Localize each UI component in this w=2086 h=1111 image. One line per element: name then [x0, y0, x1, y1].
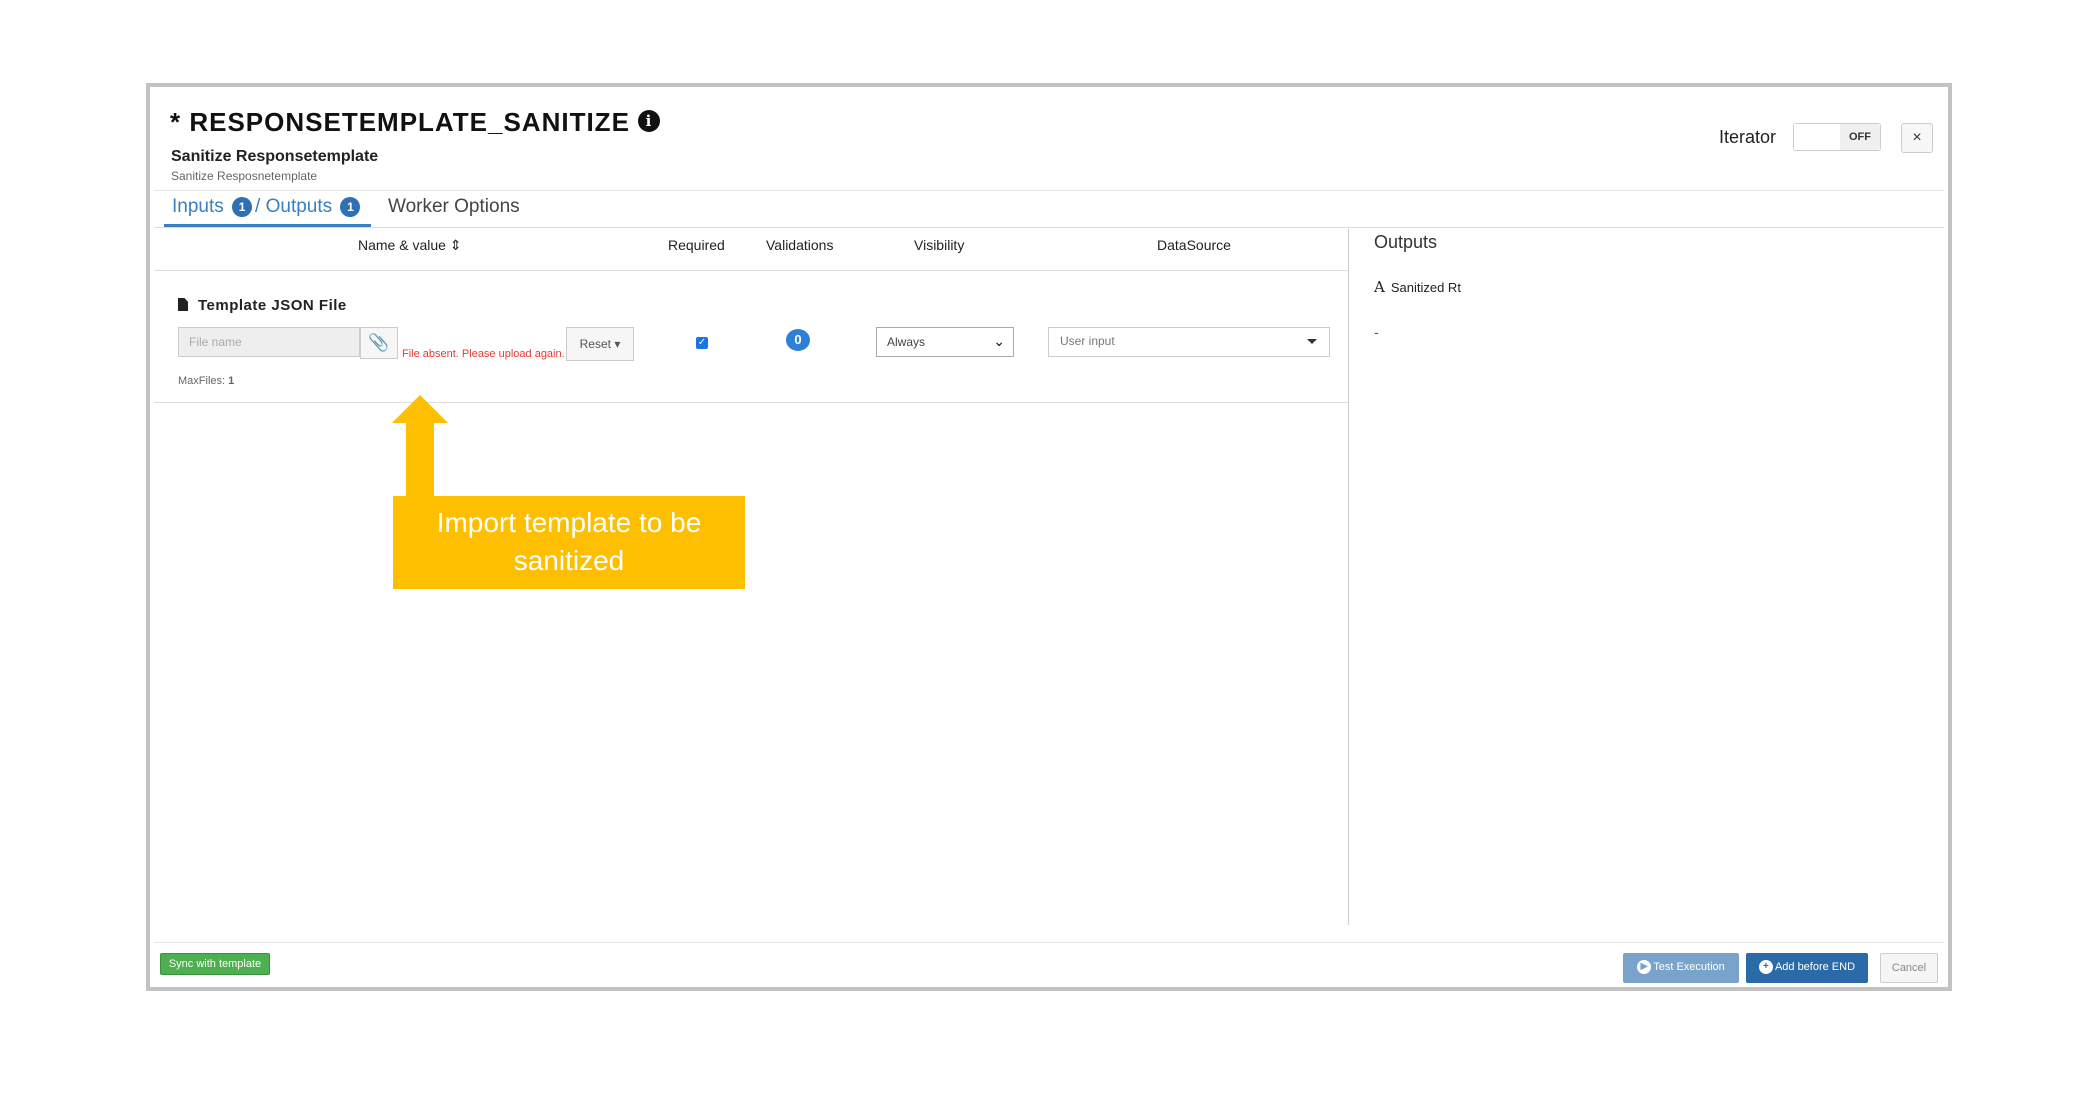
reset-label: Reset	[579, 337, 611, 351]
arrow-up-icon	[392, 395, 448, 423]
column-header-required: Required	[668, 237, 725, 253]
sort-icon: ⇕	[449, 237, 462, 253]
output-item-label: Sanitized Rt	[1390, 280, 1461, 295]
input-field-title-text: Template JSON File	[198, 297, 347, 314]
row-divider	[154, 402, 1348, 403]
max-files-label: MaxFiles:	[178, 375, 226, 387]
header-divider	[154, 270, 1348, 271]
arrow-shaft	[406, 420, 434, 500]
validations-count-badge[interactable]: 0	[786, 329, 810, 351]
max-files-value: 1	[228, 375, 235, 387]
close-button[interactable]: ×	[1901, 123, 1933, 153]
add-before-end-label: Add before END	[1774, 961, 1856, 973]
text-type-icon: A	[1374, 278, 1385, 296]
dialog-subtitle: Sanitize Responsetemplate	[171, 148, 379, 165]
plus-icon: +	[1758, 960, 1773, 975]
iterator-label: Iterator	[1719, 127, 1777, 147]
file-icon	[178, 298, 188, 311]
column-header-datasource: DataSource	[1157, 237, 1231, 253]
visibility-select[interactable]: Always ⌄	[876, 327, 1014, 357]
dialog-title-text: * RESPONSETEMPLATE_SANITIZE	[170, 107, 630, 137]
output-item: A Sanitized Rt	[1374, 278, 1461, 296]
dialog-description: Sanitize Resposnetemplate	[171, 169, 318, 183]
paperclip-icon[interactable]: 📎	[360, 327, 398, 359]
reset-dropdown-button[interactable]: Reset ▾	[566, 327, 634, 361]
caret-down-icon: ▾	[614, 337, 621, 351]
info-icon[interactable]: i	[637, 110, 660, 133]
datasource-value: User input	[1060, 334, 1115, 348]
file-error-message: File absent. Please upload again.	[402, 348, 565, 360]
column-header-name-value[interactable]: Name & value ⇕	[358, 237, 462, 254]
panel-divider	[1348, 229, 1349, 925]
test-execution-label: Test Execution	[1653, 961, 1725, 973]
sync-with-template-button[interactable]: Sync with template	[160, 953, 270, 975]
visibility-value: Always	[887, 335, 926, 349]
toggle-state: OFF	[1840, 124, 1880, 150]
toggle-knob	[1794, 124, 1841, 150]
tab-inputs-outputs[interactable]: Inputs 1/ Outputs 1	[164, 196, 372, 227]
caret-down-icon	[1307, 339, 1317, 344]
annotation-callout: Import template to be sanitized	[393, 496, 745, 589]
name-value-label: Name & value	[358, 237, 446, 253]
max-files: MaxFiles: 1	[178, 375, 234, 387]
output-item-value: -	[1374, 324, 1379, 340]
cancel-button[interactable]: Cancel	[1880, 953, 1938, 983]
input-field-title: Template JSON File	[178, 297, 347, 314]
chevron-down-icon: ⌄	[993, 333, 1005, 349]
column-header-validations: Validations	[766, 237, 834, 253]
outputs-panel-title: Outputs	[1374, 232, 1438, 252]
datasource-select[interactable]: User input	[1048, 327, 1330, 357]
required-checkbox[interactable]: ✓	[696, 337, 708, 349]
outputs-count-badge: 1	[340, 196, 361, 217]
iterator-toggle[interactable]: OFF	[1793, 123, 1881, 151]
inputs-count-badge: 1	[232, 196, 253, 217]
file-name-input[interactable]: File name	[178, 327, 360, 357]
test-execution-button[interactable]: ▶ Test Execution	[1623, 953, 1739, 983]
tab-outputs-label: / Outputs	[255, 196, 333, 217]
dialog-title: * RESPONSETEMPLATE_SANITIZE i	[170, 107, 660, 138]
tab-inputs-label: Inputs	[172, 196, 224, 217]
dialog-frame: * RESPONSETEMPLATE_SANITIZE i Sanitize Re…	[146, 83, 1952, 991]
add-before-end-button[interactable]: + Add before END	[1746, 953, 1868, 983]
column-header-visibility: Visibility	[914, 237, 965, 253]
play-icon: ▶	[1637, 960, 1652, 975]
footer-divider	[154, 942, 1944, 943]
tab-worker-options[interactable]: Worker Options	[388, 196, 520, 218]
tab-bar: Inputs 1/ Outputs 1 Worker Options	[154, 190, 1944, 228]
